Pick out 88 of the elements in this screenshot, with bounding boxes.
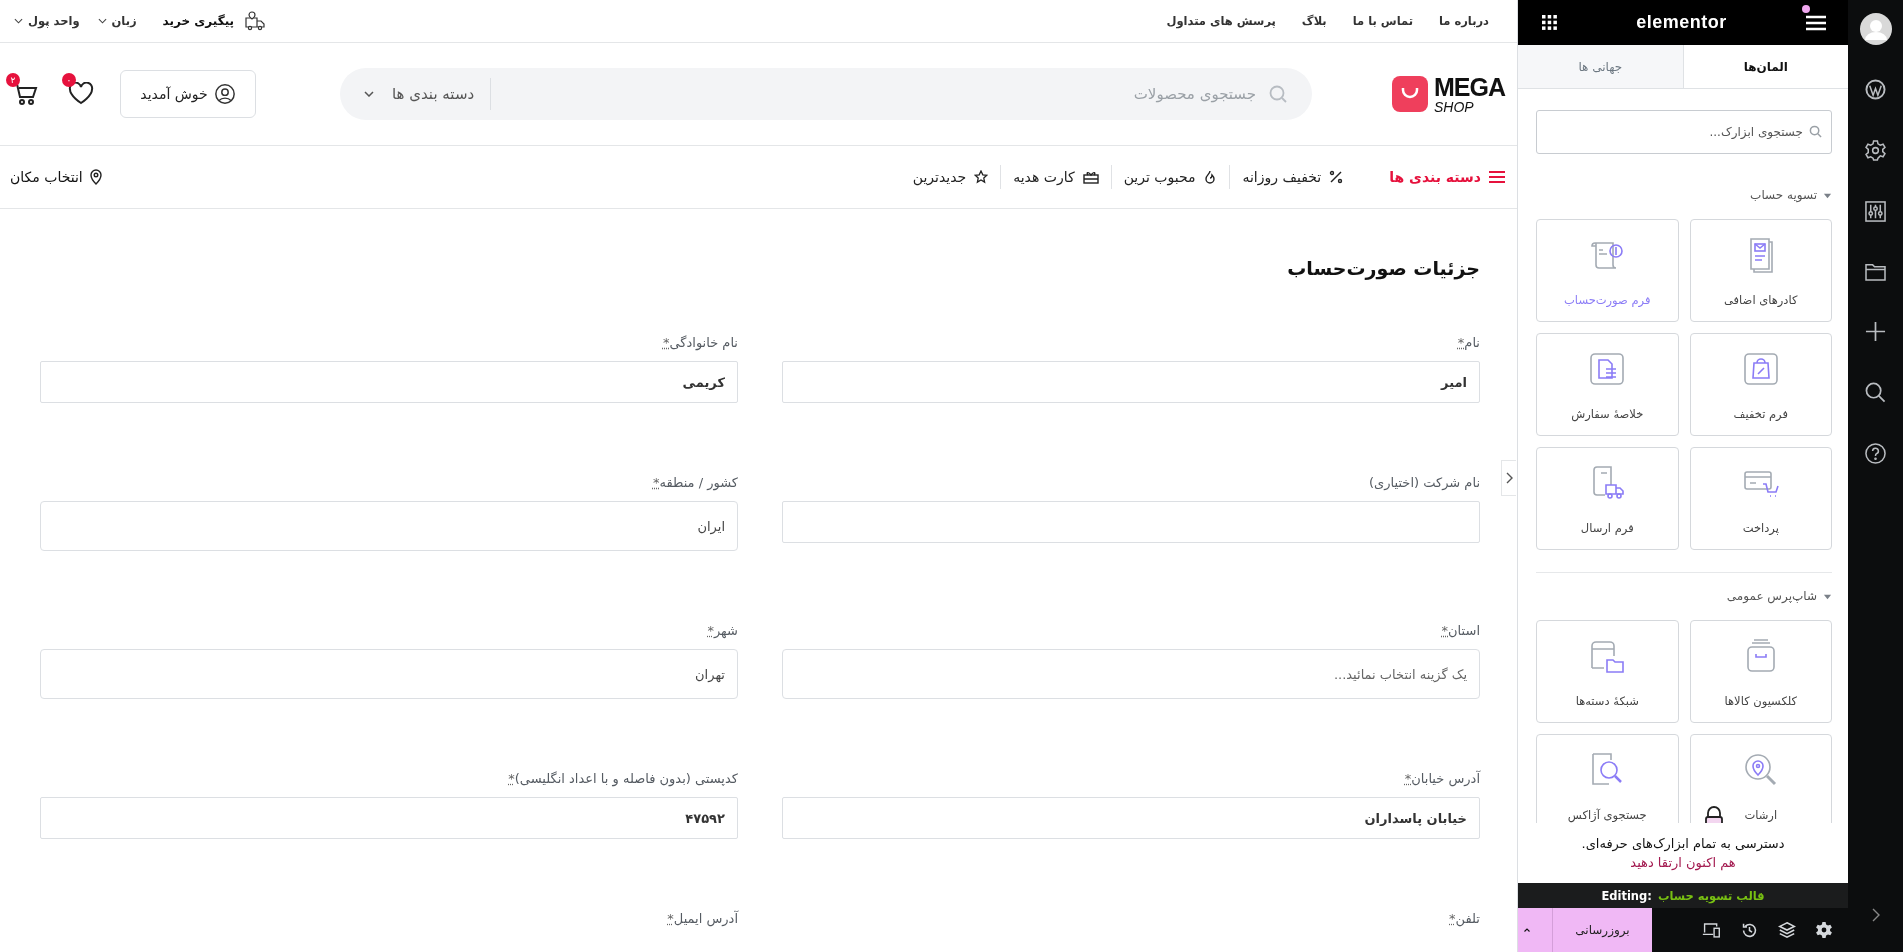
track-order-link[interactable]: پیگیری خرید (162, 14, 235, 28)
wishlist-count-badge: ۰ (62, 73, 76, 87)
field-label: کدپستی (بدون فاصله و با اعداد انگلیسی)* (507, 770, 738, 789)
caret-icon (1524, 926, 1530, 934)
top-link[interactable]: تماس با ما (1352, 14, 1413, 28)
field-label: استان* (1440, 622, 1480, 640)
menu-icon[interactable] (1806, 14, 1826, 31)
category-title[interactable]: شاپ‌پرس عمومی (1726, 589, 1817, 603)
widget-card[interactable]: کادرهای اضافی (1689, 219, 1832, 322)
template-name: قالب تسویه حساب (1657, 888, 1765, 903)
caret-icon (97, 18, 107, 24)
editor-logo: elementor (1636, 12, 1727, 33)
location-link[interactable]: انتخاب مکان (10, 169, 103, 185)
categories-menu[interactable]: دسته بندی ها (1389, 169, 1505, 185)
field-label: آدرس ایمیل* (666, 909, 738, 929)
widget-card[interactable]: فرم تخفیف (1689, 333, 1832, 436)
text-field[interactable]: ۴۷۵۹۲ (40, 797, 738, 839)
chevron-icon (1505, 472, 1513, 484)
top-link[interactable]: درباره ما (1439, 14, 1489, 28)
panel-tab[interactable]: جهانی ها (1518, 45, 1683, 88)
help-icon[interactable] (1865, 443, 1886, 464)
grid-icon[interactable] (1542, 15, 1557, 30)
caret-icon (364, 91, 374, 97)
nav-link[interactable]: تخفیف روزانه (1230, 169, 1356, 185)
field-label: تلفن* (1448, 910, 1480, 929)
text-field[interactable]: کریمی (40, 361, 738, 403)
settings-icon[interactable] (1865, 140, 1886, 161)
text-field[interactable] (782, 501, 1480, 543)
top-link[interactable]: پرسش های متداول (1166, 14, 1276, 28)
select-field[interactable]: یک گزینه انتخاب نمائید... (782, 649, 1480, 699)
promo-text: دسترسی به تمام ابزارک‌های حرفه‌ای. (1581, 836, 1785, 851)
account-button[interactable]: خوش آمدید (120, 70, 256, 118)
gift-icon (1082, 170, 1099, 184)
add-icon[interactable] (1865, 321, 1886, 342)
upgrade-link[interactable]: هم اکنون ارتقا دهید (1630, 855, 1736, 870)
editing-label: Editing: (1601, 888, 1652, 903)
layers-icon[interactable] (1778, 921, 1796, 939)
search-icon (1268, 84, 1288, 104)
text-field[interactable]: خیابان پاسداران (782, 797, 1480, 839)
field-label: نام خانوادگی* (661, 334, 738, 353)
dropdown-menu[interactable]: واحد پول (10, 14, 84, 28)
category-title[interactable]: تسویه حساب (1750, 188, 1817, 202)
pin-icon (88, 169, 103, 185)
dropdown-menu[interactable]: زبان (93, 14, 141, 28)
widget-card[interactable]: پرداخت (1689, 447, 1832, 550)
search-field[interactable]: جستجوی محصولات دسته بندی ها (340, 68, 1312, 120)
widget-card[interactable]: کلکسیون کالاها (1689, 620, 1832, 723)
folder-icon[interactable] (1865, 262, 1886, 281)
caret-icon (14, 18, 23, 24)
wordpress-icon[interactable] (1865, 79, 1886, 100)
flame-icon (1203, 170, 1218, 184)
nav-link[interactable]: محبوب ترین (1111, 169, 1230, 185)
select-field[interactable]: ایران (40, 501, 738, 551)
star-icon (974, 170, 989, 184)
category-dropdown[interactable]: دسته بندی ها (360, 85, 479, 103)
select-field[interactable]: تهران (40, 649, 738, 699)
widget-card[interactable]: شبکهٔ دسته‌ها (1536, 620, 1679, 723)
settings-icon[interactable] (1816, 922, 1832, 938)
widget-card[interactable]: فرم ارسال (1536, 447, 1679, 550)
nav-link[interactable]: جدیدترین (900, 169, 1001, 185)
field-label: نام* (1456, 334, 1480, 352)
logo-icon (1392, 76, 1428, 112)
field-label: آدرس خیابان* (1403, 769, 1480, 789)
field-label: کشور / منطقه* (651, 474, 738, 493)
user-icon (213, 83, 236, 105)
responsive-icon[interactable] (1702, 922, 1721, 938)
logo-subtitle: SHOP (1434, 99, 1475, 114)
nav-link[interactable]: کارت هدیه (1001, 169, 1111, 185)
menu-icon (1489, 170, 1505, 184)
text-field[interactable]: امیر (782, 361, 1480, 403)
update-button[interactable]: بروزرسانی (1552, 908, 1652, 952)
panel-toggle[interactable] (1501, 460, 1516, 496)
field-label: شهر* (706, 622, 738, 641)
widget-card[interactable]: خلاصهٔ سفارش (1536, 333, 1679, 436)
logo-title: MEGA (1434, 74, 1505, 100)
search-icon (1809, 125, 1822, 138)
field-label: نام شرکت (اختیاری) (1368, 474, 1480, 492)
avatar[interactable] (1859, 13, 1892, 45)
section-title: جزئیات صورت‌حساب (1286, 257, 1480, 279)
sliders-icon[interactable] (1865, 201, 1886, 222)
search-icon[interactable] (1865, 382, 1886, 403)
heart-icon[interactable] (68, 82, 94, 106)
top-link[interactable]: بلاگ (1301, 14, 1327, 28)
cart-count-badge: ۲ (6, 73, 20, 87)
widget-search-field[interactable]: جستجوی ابزارک... (1536, 110, 1832, 154)
percent-icon (1329, 170, 1344, 184)
chevron-icon[interactable] (1871, 908, 1880, 922)
history-icon[interactable] (1741, 921, 1758, 939)
